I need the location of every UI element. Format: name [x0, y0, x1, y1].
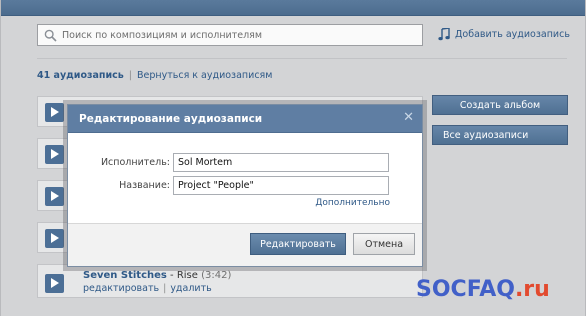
play-icon[interactable]: [45, 187, 64, 206]
track-artist[interactable]: Seven Stitches: [83, 270, 167, 281]
watermark-name: SOCFAQ: [416, 277, 515, 302]
breadcrumb: 41 аудиозапись | Вернуться к аудиозапися…: [37, 70, 272, 81]
edit-submit-button[interactable]: Редактировать: [250, 233, 346, 255]
play-icon[interactable]: [45, 103, 64, 122]
back-to-audio-link[interactable]: Вернуться к аудиозаписям: [137, 70, 272, 81]
add-audio-label: Добавить аудиозапись: [455, 29, 570, 40]
add-audio-link[interactable]: Добавить аудиозапись: [438, 28, 570, 41]
track-dash: -: [166, 270, 177, 281]
search-input[interactable]: [62, 29, 422, 41]
create-album-button[interactable]: Создать альбом: [432, 95, 568, 115]
search-box[interactable]: [37, 24, 423, 46]
audio-count: 41 аудиозапись: [37, 70, 124, 81]
audio-row-seven-stitches: Seven Stitches - Rise (3:42) редактирова…: [37, 264, 423, 298]
close-icon[interactable]: ✕: [403, 110, 414, 125]
dialog-title: Редактирование аудиозаписи: [79, 113, 263, 125]
all-audio-button[interactable]: Все аудиозаписи: [432, 125, 568, 145]
dialog-footer: Редактировать Отмена: [68, 223, 422, 266]
audio-page: Добавить аудиозапись 41 аудиозапись | Ве…: [0, 0, 586, 316]
breadcrumb-separator: |: [128, 70, 132, 81]
actions-separator: |: [163, 283, 167, 294]
artist-field[interactable]: [173, 153, 389, 172]
dialog-header: Редактирование аудиозаписи ✕: [68, 105, 422, 133]
cancel-button[interactable]: Отмена: [353, 233, 415, 255]
edit-track-link[interactable]: редактировать: [83, 283, 159, 294]
site-watermark: SOCFAQ .ru: [416, 277, 550, 302]
edit-audio-dialog: Редактирование аудиозаписи ✕ Исполнитель…: [67, 104, 423, 267]
more-options-link[interactable]: Дополнительно: [315, 198, 390, 208]
music-note-icon: [438, 28, 450, 41]
track-actions: редактировать | удалить: [83, 283, 212, 294]
title-field[interactable]: [173, 176, 389, 195]
play-icon[interactable]: [45, 229, 64, 248]
track-name: Rise: [176, 270, 198, 281]
artist-label: Исполнитель:: [100, 157, 170, 168]
play-icon[interactable]: [45, 274, 64, 293]
track-title: Seven Stitches - Rise (3:42): [83, 270, 231, 281]
play-icon[interactable]: [45, 145, 64, 164]
divider: [37, 58, 567, 59]
track-duration: (3:42): [201, 270, 232, 281]
title-label: Название:: [119, 180, 170, 191]
top-navigation-bar: [1, 0, 585, 16]
delete-track-link[interactable]: удалить: [170, 283, 211, 294]
watermark-domain: .ru: [514, 277, 550, 302]
search-icon: [44, 29, 57, 42]
